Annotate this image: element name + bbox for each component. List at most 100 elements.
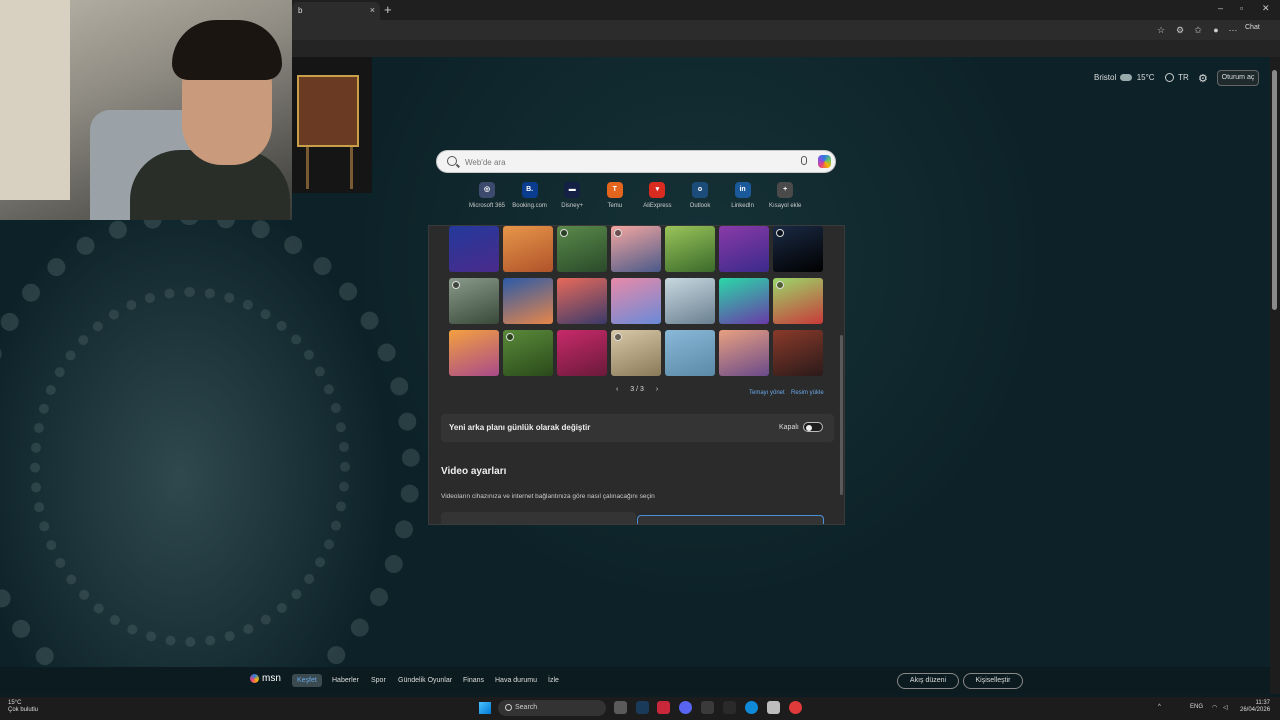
video-badge-icon [614, 333, 622, 341]
customize-button[interactable]: Kişiselleştir [963, 673, 1023, 689]
discord-icon[interactable] [679, 701, 692, 714]
search-icon [447, 156, 457, 166]
language-selector[interactable]: TR [1165, 73, 1189, 83]
manage-theme-link[interactable]: Temayı yönet [749, 390, 785, 396]
background-thumbnail[interactable] [503, 278, 553, 324]
daily-background-toggle[interactable] [803, 422, 823, 432]
steam-icon[interactable] [636, 701, 649, 714]
copilot-chat-button[interactable]: Chat [1245, 24, 1260, 31]
tray-chevron-icon[interactable]: ^ [1158, 704, 1161, 710]
taskbar-weather[interactable]: 15°C Çok bulutlu [8, 700, 38, 714]
microphone-icon[interactable] [801, 156, 807, 165]
volume-icon[interactable]: ◁ [1223, 704, 1228, 711]
upload-image-link[interactable]: Resim yükle [791, 390, 824, 396]
msn-nav-sports[interactable]: Spor [371, 677, 386, 684]
settings-gear-icon[interactable]: ⚙ [1198, 72, 1208, 85]
msn-nav-discover[interactable]: Keşfet [292, 674, 322, 687]
background-thumbnail[interactable] [449, 278, 499, 324]
app-icon-light[interactable] [767, 701, 780, 714]
shortcut-tile[interactable]: B. Booking.com [509, 182, 551, 209]
cloud-icon [1120, 74, 1133, 82]
background-thumbnail[interactable] [665, 226, 715, 272]
shortcut-tile[interactable]: ◎ Microsoft 365 [466, 182, 508, 209]
page-scrollbar-thumb[interactable] [1272, 70, 1277, 310]
collections-icon[interactable]: ✩ [1192, 24, 1204, 36]
close-window-icon[interactable]: ✕ [1262, 3, 1270, 14]
copilot-icon[interactable] [818, 155, 831, 168]
tab-close-icon[interactable]: × [370, 5, 375, 15]
background-thumbnail[interactable] [773, 226, 823, 272]
easel-leg [350, 147, 353, 189]
app-icon-grey[interactable] [701, 701, 714, 714]
video-option-card-selected[interactable] [637, 515, 824, 524]
app-icon-circle[interactable] [789, 701, 802, 714]
background-thumbnail[interactable] [557, 330, 607, 376]
background-thumbnail[interactable] [503, 330, 553, 376]
msn-logo[interactable]: msn [250, 673, 281, 684]
background-thumbnail[interactable] [719, 330, 769, 376]
shortcut-icon: ▾ [649, 182, 666, 198]
more-menu-icon[interactable]: ⋯ [1227, 24, 1239, 36]
msn-nav-casual-games[interactable]: Gündelik Oyunlar [398, 677, 452, 684]
taskbar-search-icon [505, 704, 512, 711]
pager-next-icon[interactable]: › [656, 386, 658, 393]
taskbar-weather-temp: 15°C [8, 700, 22, 706]
edge-icon[interactable] [745, 701, 758, 714]
profile-icon[interactable]: ● [1210, 24, 1222, 36]
background-thumbnail[interactable] [449, 330, 499, 376]
background-thumbnail[interactable] [611, 226, 661, 272]
background-thumbnail[interactable] [773, 330, 823, 376]
shortcut-tile[interactable]: ▾ AliExpress [636, 182, 678, 209]
msn-nav-watch[interactable]: İzle [548, 677, 559, 684]
shortcut-tile[interactable]: ▬ Disney+ [551, 182, 593, 209]
background-thumbnail[interactable] [611, 278, 661, 324]
app-icon-dark[interactable] [723, 701, 736, 714]
shortcut-tile[interactable]: T Temu [594, 182, 636, 209]
extensions-icon[interactable]: ⚙ [1174, 24, 1186, 36]
background-thumbnail[interactable] [773, 278, 823, 324]
weather-widget[interactable]: Bristol 15°C [1094, 73, 1155, 82]
task-view-icon[interactable] [614, 701, 627, 714]
sign-in-button[interactable]: Oturum aç [1217, 70, 1259, 86]
tray-lang[interactable]: ENG [1190, 704, 1203, 710]
new-tab-icon[interactable]: + [384, 2, 392, 17]
video-badge-icon [506, 333, 514, 341]
background-thumbnail[interactable] [611, 330, 661, 376]
shortcut-tile[interactable]: + Kısayol ekle [764, 182, 806, 209]
video-option-card[interactable] [441, 512, 636, 524]
feed-layout-button[interactable]: Akış düzeni [897, 673, 959, 689]
shortcut-label: Microsoft 365 [468, 203, 505, 209]
background-thumbnail[interactable] [665, 330, 715, 376]
msn-feed-bar [0, 667, 1270, 694]
shortcut-tile[interactable]: in LinkedIn [722, 182, 764, 209]
msn-nav-weather[interactable]: Hava durumu [495, 677, 537, 684]
background-thumbnail[interactable] [719, 226, 769, 272]
panel-scrollbar[interactable] [840, 335, 843, 495]
taskbar-clock[interactable]: 11:37 26/04/2026 [1240, 700, 1270, 714]
shortcut-icon: o [692, 182, 708, 198]
msn-nav-news[interactable]: Haberler [332, 677, 359, 684]
wifi-icon[interactable]: ◠ [1212, 704, 1217, 711]
background-thumbnail[interactable] [557, 226, 607, 272]
feed-layout-label: Akış düzeni [909, 677, 947, 684]
background-thumbnail[interactable] [449, 226, 499, 272]
taskbar-search[interactable]: Search [498, 700, 606, 716]
person-hair [172, 20, 282, 80]
background-thumbnail[interactable] [503, 226, 553, 272]
weather-city: Bristol [1094, 73, 1117, 82]
minimize-icon[interactable]: – [1218, 3, 1223, 13]
background-thumbnail[interactable] [665, 278, 715, 324]
favorite-star-icon[interactable]: ☆ [1155, 24, 1167, 36]
app-icon-red[interactable] [657, 701, 670, 714]
pager-prev-icon[interactable]: ‹ [616, 386, 618, 393]
background-thumbnail[interactable] [719, 278, 769, 324]
search-input[interactable] [465, 154, 795, 170]
language-code: TR [1178, 73, 1189, 82]
windows-start-icon[interactable] [479, 702, 491, 714]
tab-active[interactable]: b × [292, 2, 380, 20]
msn-nav-finance[interactable]: Finans [463, 677, 484, 684]
background-thumbnail[interactable] [557, 278, 607, 324]
web-search-box[interactable] [436, 150, 836, 173]
maximize-icon[interactable]: ▫ [1240, 3, 1243, 13]
shortcut-tile[interactable]: o Outlook [679, 182, 721, 209]
